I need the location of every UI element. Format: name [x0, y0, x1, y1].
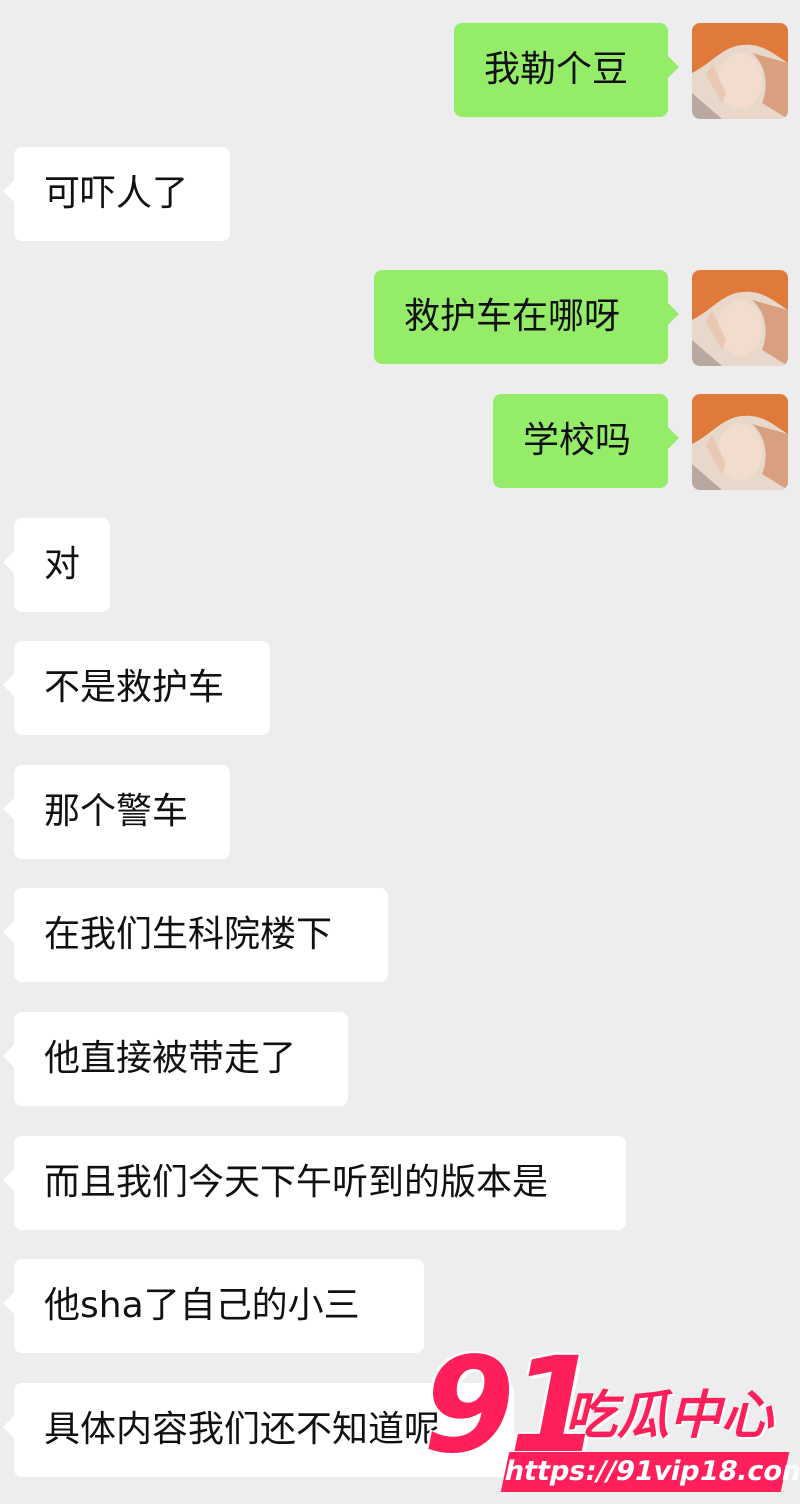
incoming-message-bubble[interactable]: 那个警车	[3, 765, 230, 859]
watermark-url: https://91vip18.com	[500, 1452, 800, 1492]
user-avatar[interactable]	[692, 270, 788, 366]
incoming-message-bubble[interactable]: 在我们生科院楼下	[3, 888, 388, 982]
incoming-message-bubble[interactable]: 对	[3, 518, 110, 612]
incoming-message-bubble[interactable]: 而且我们今天下午听到的版本是	[3, 1136, 626, 1230]
incoming-message-bubble[interactable]: 不是救护车	[3, 641, 270, 735]
incoming-message-bubble[interactable]: 可吓人了	[3, 147, 230, 241]
outgoing-message-bubble[interactable]: 学校吗	[493, 394, 679, 488]
outgoing-message-bubble[interactable]: 我勒个豆	[454, 23, 679, 117]
watermark-name: 吃瓜中心	[565, 1386, 774, 1446]
watermark-logo: 91 吃瓜中心 https://91vip18.com	[415, 1340, 800, 1504]
user-avatar[interactable]	[692, 394, 788, 490]
incoming-message-bubble[interactable]: 他直接被带走了	[3, 1012, 348, 1106]
incoming-message-bubble[interactable]: 他sha了自己的小三	[3, 1259, 424, 1353]
user-avatar[interactable]	[692, 23, 788, 119]
outgoing-message-bubble[interactable]: 救护车在哪呀	[374, 270, 679, 364]
